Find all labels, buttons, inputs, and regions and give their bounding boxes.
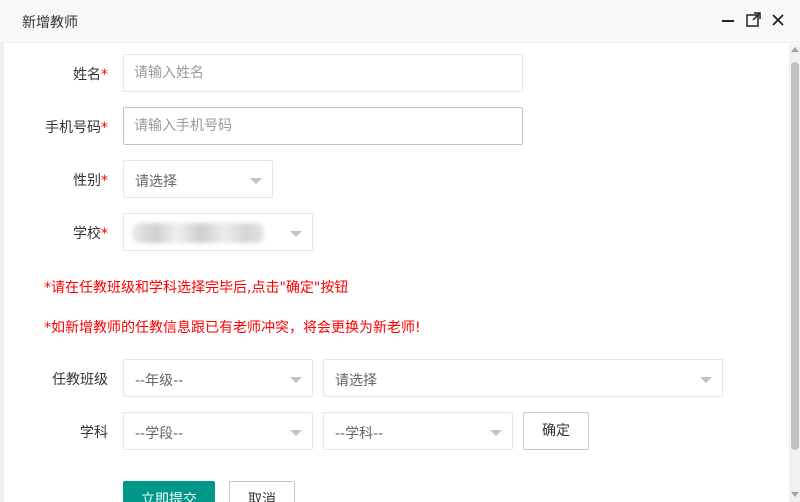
- notice-conflict-warning: *如新增教师的任教信息跟已有老师冲突，将会更换为新老师!: [44, 320, 421, 336]
- dialog-title: 新增教师: [22, 15, 78, 31]
- school-select[interactable]: [123, 213, 313, 251]
- chevron-down-icon: [290, 377, 302, 383]
- chevron-down-icon: [290, 430, 302, 436]
- confirm-subject-button[interactable]: 确定: [523, 412, 589, 450]
- school-label: 学校*: [73, 226, 108, 242]
- grade-select-value: --年级--: [135, 373, 184, 389]
- maximize-icon[interactable]: [744, 12, 762, 30]
- grade-select[interactable]: --年级--: [123, 359, 313, 397]
- class-label: 任教班级: [52, 372, 108, 388]
- add-teacher-dialog: 新增教师 姓名* 手机号码* 性别* 请选择 学校* *请在任教班级和学科选: [0, 0, 800, 502]
- school-value-redacted: [132, 223, 264, 243]
- dialog-titlebar: 新增教师: [0, 0, 800, 43]
- stage-select-value: --学段--: [135, 426, 184, 442]
- chevron-down-icon: [250, 178, 262, 184]
- class-select-value: 请选择: [335, 373, 377, 389]
- gender-select-value: 请选择: [135, 174, 177, 190]
- scroll-down-arrow-icon[interactable]: [791, 492, 799, 497]
- gender-select[interactable]: 请选择: [123, 160, 273, 198]
- stage-select[interactable]: --学段--: [123, 412, 313, 450]
- chevron-down-icon: [290, 231, 302, 237]
- dialog-left-edge: [0, 43, 4, 502]
- scroll-up-arrow-icon[interactable]: [791, 47, 799, 52]
- submit-button[interactable]: 立即提交: [123, 481, 215, 502]
- class-select[interactable]: 请选择: [323, 359, 723, 397]
- phone-label: 手机号码*: [45, 120, 108, 136]
- name-input[interactable]: [123, 54, 523, 92]
- chevron-down-icon: [490, 430, 502, 436]
- subject-select-value: --学科--: [335, 426, 384, 442]
- phone-input[interactable]: [123, 107, 523, 145]
- scrollbar-thumb[interactable]: [791, 62, 799, 450]
- minimize-icon[interactable]: [719, 12, 737, 30]
- notice-confirm-hint: *请在任教班级和学科选择完毕后,点击"确定"按钮: [44, 280, 349, 296]
- subject-select[interactable]: --学科--: [323, 412, 513, 450]
- name-label: 姓名*: [73, 67, 108, 83]
- gender-label: 性别*: [73, 173, 108, 189]
- close-icon[interactable]: [769, 12, 787, 30]
- cancel-button[interactable]: 取消: [229, 481, 295, 502]
- chevron-down-icon: [700, 377, 712, 383]
- subject-label: 学科: [80, 425, 108, 441]
